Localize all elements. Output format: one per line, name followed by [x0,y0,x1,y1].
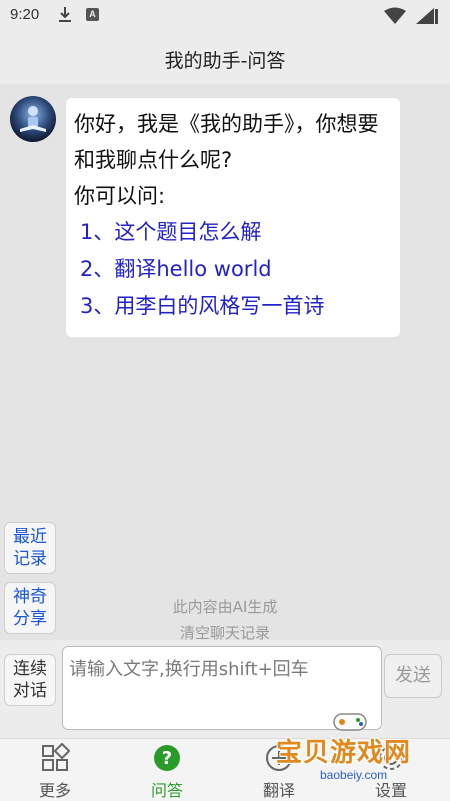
watermark: 宝贝游戏网 baobeiy.com [272,702,450,788]
page-title: 我的助手-问答 [164,50,286,72]
chat-area[interactable]: 你好，我是《我的助手》，你想要和我聊点什么呢? 你可以问: 1、这个题目怎么解 … [0,84,450,642]
greeting-text: 你好，我是《我的助手》，你想要和我聊点什么呢? [74,112,379,172]
status-bar: 9:20 A [0,0,450,32]
a-notification-icon: A [86,8,99,21]
watermark-url: baobeiy.com [320,768,388,782]
button-label: 对话 [13,681,47,701]
suggestion-link[interactable]: 2、翻译hello world [74,251,390,288]
download-icon [59,7,71,22]
status-time: 9:20 [10,6,40,23]
nav-label: 更多 [38,781,71,800]
robot-reading-icon [20,106,46,132]
suggestion-link[interactable]: 1、这个题目怎么解 [74,214,390,251]
ai-generated-note: 此内容由AI生成 [172,598,278,616]
button-label: 连续 [13,659,47,679]
nav-item-more[interactable]: 更多 [10,743,100,800]
suggestion-link[interactable]: 3、用李白的风格写一首诗 [74,288,390,325]
prompt-text: 你可以问: [74,184,166,208]
app-header: 我的助手-问答 [0,32,450,84]
assistant-message-bubble: 你好，我是《我的助手》，你想要和我聊点什么呢? 你可以问: 1、这个题目怎么解 … [66,98,400,337]
nav-label: 问答 [150,781,183,800]
recent-records-button[interactable]: 最近 记录 [4,522,56,574]
button-label: 最近 [13,527,47,547]
nav-item-qa[interactable]: ? 问答 [122,743,212,800]
continuous-dialog-button[interactable]: 连续 对话 [4,654,56,706]
gamepad-icon [333,713,367,731]
question-icon: ? [154,745,180,771]
grid-icon [42,743,70,771]
watermark-text: 宝贝游戏网 [276,738,412,768]
send-button[interactable]: 发送 [384,654,442,698]
assistant-avatar [10,96,56,142]
wifi-icon [384,7,406,24]
button-label: 记录 [13,549,47,569]
battery-icon [416,8,438,24]
svg-text:?: ? [162,748,172,769]
